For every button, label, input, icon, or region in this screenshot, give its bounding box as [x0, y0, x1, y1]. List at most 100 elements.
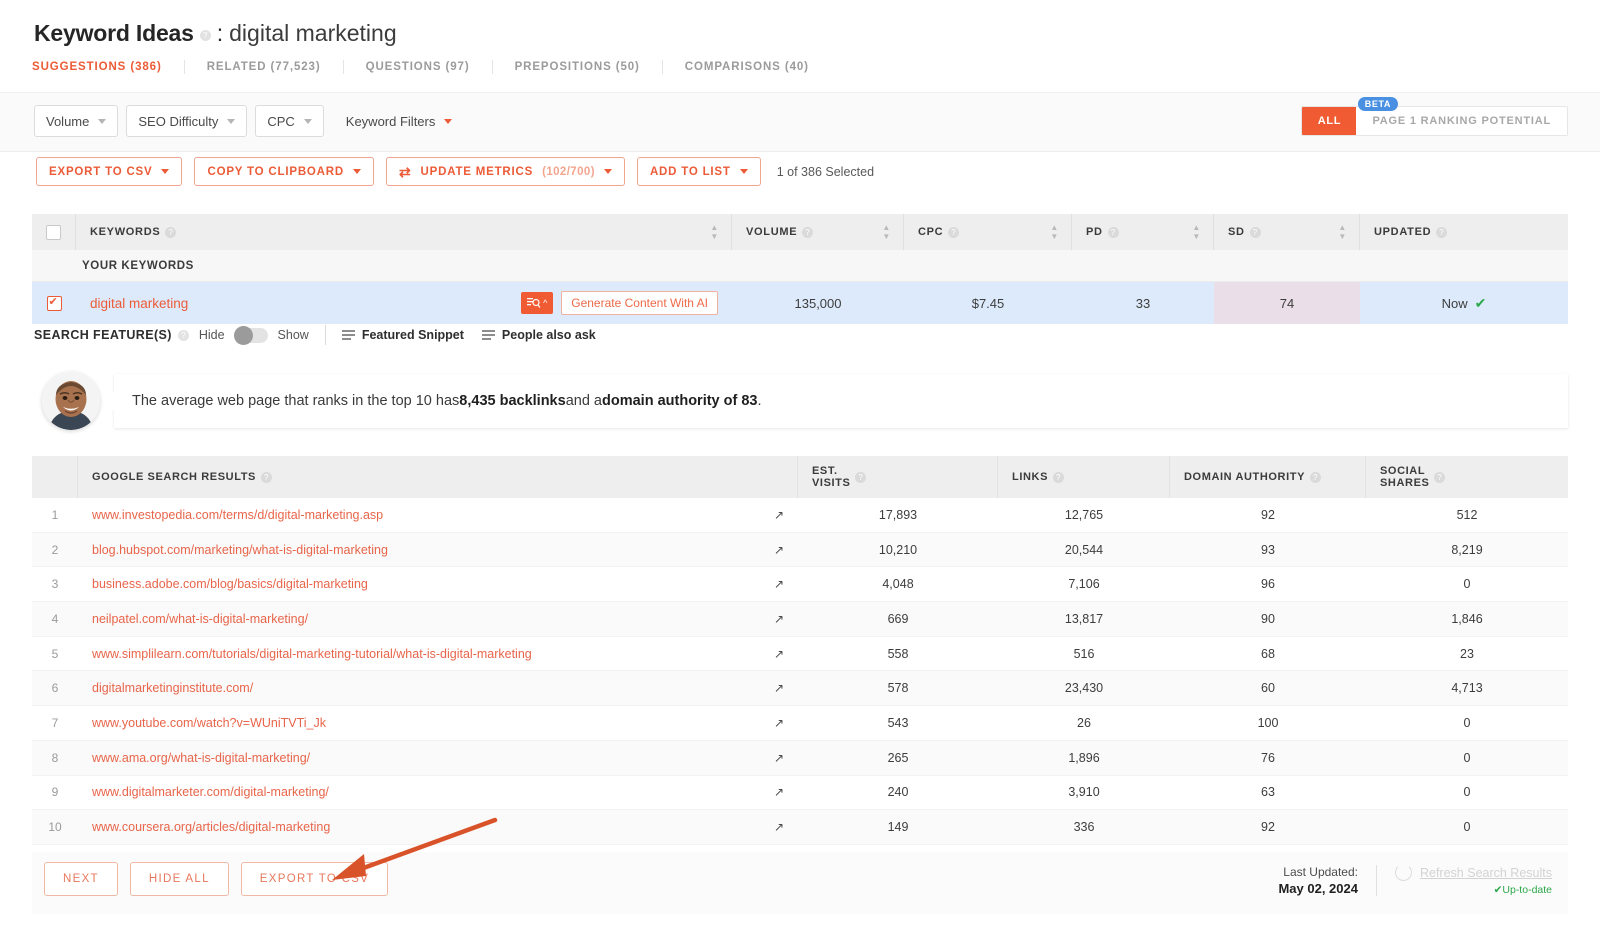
help-icon[interactable]: ?: [855, 471, 867, 483]
search-features-toggle[interactable]: [233, 325, 268, 345]
row-links[interactable]: 13,817: [998, 602, 1170, 636]
column-updated[interactable]: UPDATED ?: [1360, 214, 1568, 250]
row-links[interactable]: 3,910: [998, 776, 1170, 810]
keyword-row-pd: 33: [1135, 295, 1151, 311]
external-link-icon[interactable]: ↗︎: [774, 681, 784, 695]
help-icon[interactable]: ?: [1053, 471, 1064, 483]
title-info-icon[interactable]: ?: [199, 30, 211, 41]
segment-page1-ranking-potential[interactable]: PAGE 1 RANKING POTENTIAL: [1356, 107, 1567, 135]
help-icon[interactable]: ?: [1249, 226, 1261, 238]
help-icon[interactable]: ?: [177, 329, 189, 341]
select-all-checkbox[interactable]: [46, 224, 61, 240]
row-links[interactable]: 26: [998, 706, 1170, 740]
help-icon[interactable]: ?: [1107, 226, 1119, 238]
row-links[interactable]: 12,765: [998, 498, 1170, 532]
result-url-link[interactable]: www.digitalmarketer.com/digital-marketin…: [92, 785, 329, 799]
external-link-icon[interactable]: ↗︎: [774, 577, 784, 591]
action-toolbar: EXPORT TO CSV COPY TO CLIPBOARD ⇄ UPDATE…: [36, 157, 874, 186]
export-to-csv-button[interactable]: EXPORT TO CSV: [36, 157, 183, 186]
tab-suggestions[interactable]: SUGGESTIONS (386): [32, 60, 185, 74]
filter-volume[interactable]: Volume: [34, 105, 119, 137]
hide-all-button[interactable]: HIDE ALL: [129, 862, 229, 896]
generate-content-with-ai-button[interactable]: Generate Content With AI: [561, 291, 718, 315]
row-links[interactable]: 23,430: [998, 671, 1170, 705]
external-link-icon[interactable]: ↗︎: [774, 751, 784, 765]
table-row[interactable]: 1 www.investopedia.com/terms/d/digital-ma…: [32, 498, 1568, 533]
keyword-analyze-icon[interactable]: ^: [521, 292, 554, 314]
help-icon[interactable]: ?: [802, 226, 814, 238]
external-link-icon[interactable]: ↗︎: [774, 716, 784, 730]
row-links[interactable]: 336: [998, 810, 1170, 844]
column-links-label: LINKS: [1012, 471, 1048, 483]
result-url-link[interactable]: www.simplilearn.com/tutorials/digital-ma…: [92, 647, 532, 661]
column-keywords[interactable]: KEYWORDS ? ▲ ▼: [76, 214, 732, 250]
row-links[interactable]: 7,106: [998, 567, 1170, 601]
sort-sd-icon[interactable]: ▲ ▼: [1338, 224, 1347, 241]
chevron-down-icon: [603, 169, 612, 174]
help-icon[interactable]: ?: [260, 471, 272, 483]
external-link-icon[interactable]: ↗︎: [774, 785, 784, 799]
tab-comparisons[interactable]: COMPARISONS (40): [663, 60, 831, 74]
chip-featured-snippet[interactable]: Featured Snippet: [341, 328, 464, 342]
chevron-down-icon: [444, 118, 453, 124]
footer-export-to-csv-button[interactable]: EXPORT TO CSV: [240, 862, 389, 896]
keyword-row-checkbox[interactable]: [46, 295, 62, 311]
help-icon[interactable]: ?: [1310, 471, 1322, 483]
copy-to-clipboard-button[interactable]: COPY TO CLIPBOARD: [194, 157, 374, 186]
keyword-link[interactable]: digital marketing: [90, 296, 188, 311]
filter-seo-difficulty[interactable]: SEO Difficulty: [126, 105, 248, 137]
sort-volume-icon[interactable]: ▲ ▼: [882, 224, 891, 241]
external-link-icon[interactable]: ↗︎: [774, 820, 784, 834]
segment-all[interactable]: ALL: [1302, 107, 1357, 135]
result-url-link[interactable]: blog.hubspot.com/marketing/what-is-digit…: [92, 543, 388, 557]
table-row[interactable]: 4 neilpatel.com/what-is-digital-marketing…: [32, 602, 1568, 637]
table-row[interactable]: 8 www.ama.org/what-is-digital-marketing/ ↗…: [32, 740, 1568, 776]
filter-cpc[interactable]: CPC: [255, 105, 324, 137]
external-link-icon[interactable]: ↗︎: [774, 543, 784, 557]
sort-cpc-icon[interactable]: ▲ ▼: [1050, 224, 1059, 241]
export-to-csv-label: EXPORT TO CSV: [49, 165, 153, 178]
add-to-list-button[interactable]: ADD TO LIST: [636, 157, 761, 186]
result-url-link[interactable]: www.youtube.com/watch?v=WUniTVTi_Jk: [92, 716, 326, 730]
refresh-search-results-button[interactable]: Refresh Search Results: [1394, 864, 1552, 881]
help-icon[interactable]: ?: [948, 226, 960, 238]
update-metrics-button[interactable]: ⇄ UPDATE METRICS (102/700): [385, 157, 625, 186]
column-pd[interactable]: PD ? ▲ ▼: [1072, 214, 1214, 250]
tab-questions[interactable]: QUESTIONS (97): [344, 60, 493, 74]
help-icon[interactable]: ?: [165, 226, 177, 238]
row-links[interactable]: 516: [998, 637, 1170, 671]
keyword-row[interactable]: digital marketing ^ Generate Content Wit…: [32, 282, 1568, 324]
external-link-icon[interactable]: ↗︎: [774, 508, 784, 522]
table-row[interactable]: 9 www.digitalmarketer.com/digital-marketi…: [32, 775, 1568, 811]
table-row[interactable]: 2 blog.hubspot.com/marketing/what-is-digi…: [32, 532, 1568, 568]
next-button[interactable]: NEXT: [44, 862, 118, 896]
table-row[interactable]: 10 www.coursera.org/articles/digital-mark…: [32, 810, 1568, 845]
refresh-search-results-label: Refresh Search Results: [1419, 865, 1552, 880]
sort-keywords-icon[interactable]: ▲ ▼: [710, 224, 719, 241]
filter-keyword-filters[interactable]: Keyword Filters: [332, 105, 459, 137]
result-url-link[interactable]: www.coursera.org/articles/digital-market…: [92, 820, 330, 834]
sort-pd-icon[interactable]: ▲ ▼: [1192, 224, 1201, 241]
table-row[interactable]: 6 digitalmarketinginstitute.com/ ↗︎ 578 23,4…: [32, 671, 1568, 707]
result-url-link[interactable]: www.ama.org/what-is-digital-marketing/: [92, 751, 310, 765]
table-row[interactable]: 7 www.youtube.com/watch?v=WUniTVTi_Jk ↗︎ 54…: [32, 706, 1568, 741]
table-row[interactable]: 3 business.adobe.com/blog/basics/digital-…: [32, 567, 1568, 603]
filter-seo-difficulty-label: SEO Difficulty: [138, 113, 219, 129]
column-volume[interactable]: VOLUME ? ▲ ▼: [732, 214, 904, 250]
external-link-icon[interactable]: ↗︎: [774, 647, 784, 661]
external-link-icon[interactable]: ↗︎: [774, 612, 784, 626]
table-row[interactable]: 5 www.simplilearn.com/tutorials/digital-m…: [32, 636, 1568, 672]
tab-prepositions[interactable]: PREPOSITIONS (50): [493, 60, 663, 74]
result-url-link[interactable]: business.adobe.com/blog/basics/digital-m…: [92, 577, 368, 591]
tab-related[interactable]: RELATED (77,523): [185, 60, 344, 74]
result-url-link[interactable]: digitalmarketinginstitute.com/: [92, 681, 253, 695]
help-icon[interactable]: ?: [1434, 471, 1446, 483]
result-url-link[interactable]: neilpatel.com/what-is-digital-marketing/: [92, 612, 308, 626]
help-icon[interactable]: ?: [1436, 226, 1448, 238]
row-links[interactable]: 1,896: [998, 741, 1170, 775]
row-links[interactable]: 20,544: [998, 533, 1170, 567]
chip-people-also-ask[interactable]: People also ask: [481, 328, 596, 342]
column-sd[interactable]: SD ? ▲ ▼: [1214, 214, 1360, 250]
column-cpc[interactable]: CPC ? ▲ ▼: [904, 214, 1072, 250]
result-url-link[interactable]: www.investopedia.com/terms/d/digital-mar…: [92, 508, 383, 522]
